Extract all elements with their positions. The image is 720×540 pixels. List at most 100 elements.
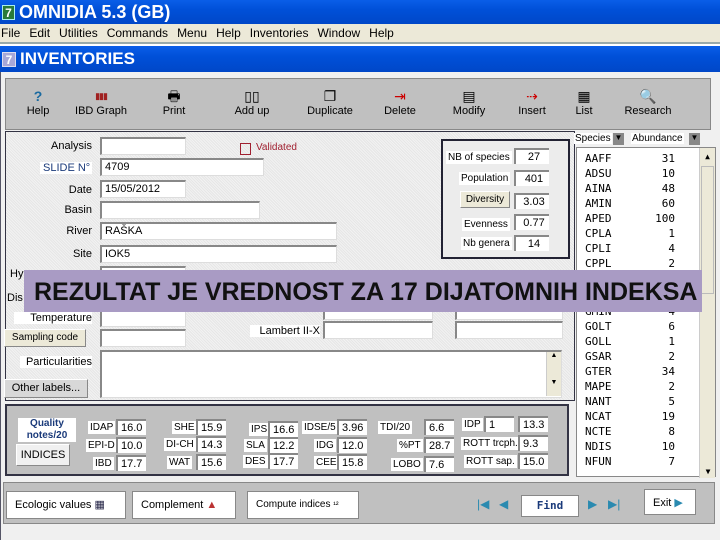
species-list-row[interactable]: AMIN 60 — [585, 197, 685, 212]
species-list-row[interactable]: NANT 5 — [585, 395, 685, 410]
nb-species-value: 27 — [514, 148, 549, 164]
quality-index-value: 17.7 — [268, 453, 298, 469]
sampling-code-input[interactable] — [100, 329, 186, 347]
compute-indices-button[interactable]: Compute indices ¹² — [247, 491, 359, 519]
validated-checkbox[interactable] — [240, 143, 251, 155]
scroll-thumb[interactable] — [701, 166, 714, 294]
previous-record-icon[interactable]: ◀ — [499, 497, 508, 511]
insert-button[interactable]: ⇢ Insert — [502, 87, 562, 117]
slide-number-input[interactable]: 4709 — [100, 158, 264, 176]
quality-index-value-2: 13.3 — [518, 416, 548, 432]
species-scrollbar[interactable]: ▲ ▼ — [699, 148, 715, 478]
scroll-down-icon: ▼ — [705, 467, 711, 476]
quality-index-label: ROTT trcph. — [461, 437, 520, 450]
abundance-sort-dropdown[interactable]: ▼ — [689, 133, 700, 145]
species-abundance: 8 — [668, 425, 675, 438]
last-record-icon[interactable]: ▶| — [608, 497, 620, 511]
complement-button[interactable]: Complement ▲ — [132, 491, 236, 519]
particularities-textarea[interactable] — [100, 350, 562, 398]
ecologic-values-button[interactable]: Ecologic values ▦ — [6, 491, 126, 519]
lambert-x2-input[interactable] — [455, 321, 563, 339]
species-list-row[interactable]: GSAR 2 — [585, 350, 685, 365]
species-list-row[interactable]: GOLT 6 — [585, 320, 685, 335]
menu-inventories[interactable]: Inventories — [250, 26, 309, 40]
list-label: List — [575, 105, 593, 117]
population-value: 401 — [514, 170, 549, 186]
species-code: MAPE — [585, 380, 612, 393]
species-code: APED — [585, 212, 612, 225]
indices-button[interactable]: INDICES — [16, 444, 70, 466]
lambert-x-input[interactable] — [323, 321, 433, 339]
basin-input[interactable] — [100, 201, 260, 219]
add-up-button[interactable]: ▯▯ Add up — [222, 87, 282, 117]
species-abundance: 1 — [668, 335, 675, 348]
species-code: CPLA — [585, 227, 612, 240]
scroll-up-icon: ▲ — [550, 352, 558, 359]
help-button[interactable]: ? Help — [8, 87, 68, 117]
next-record-icon[interactable]: ▶ — [588, 497, 597, 511]
river-input[interactable]: RAŠKA — [100, 222, 337, 240]
analysis-input[interactable] — [100, 137, 186, 155]
duplicate-icon: ❐ — [323, 88, 337, 104]
other-labels-button[interactable]: Other labels... — [4, 379, 88, 398]
site-input[interactable]: IOK5 — [100, 245, 337, 263]
quality-index-label: IDP — [462, 418, 483, 431]
list-button[interactable]: ▦ List — [554, 87, 614, 117]
delete-label: Delete — [384, 105, 416, 117]
species-list-row[interactable]: CPLA 1 — [585, 227, 685, 242]
help-icon: ? — [33, 88, 43, 104]
diversity-button[interactable]: Diversity — [460, 191, 510, 208]
complement-label: Complement — [141, 499, 204, 511]
exit-arrow-icon: ▶ — [674, 497, 683, 509]
first-record-icon[interactable]: |◀ — [477, 497, 489, 511]
evenness-value: 0.77 — [514, 214, 549, 230]
quality-index-label: CEE — [314, 456, 339, 469]
species-list-row[interactable]: ADSU 10 — [585, 167, 685, 182]
find-button[interactable]: Find — [521, 495, 579, 517]
numbers-icon: ¹² — [333, 500, 339, 509]
duplicate-button[interactable]: ❐ Duplicate — [300, 87, 360, 117]
insert-label: Insert — [518, 105, 546, 117]
species-list-row[interactable]: AAFF 31 — [585, 152, 685, 167]
ibd-graph-button[interactable]: ▮▮▮ IBD Graph — [71, 87, 131, 117]
date-input[interactable]: 15/05/2012 — [100, 180, 186, 198]
species-list-row[interactable]: AINA 48 — [585, 182, 685, 197]
menu-commands[interactable]: Commands — [107, 26, 168, 40]
research-button[interactable]: 🔍 Research — [618, 87, 678, 117]
print-button[interactable]: 🖶 Print — [144, 87, 204, 117]
species-list-row[interactable]: MAPE 2 — [585, 380, 685, 395]
species-list-row[interactable]: NCTE 8 — [585, 425, 685, 440]
quality-index-label: DES — [243, 455, 268, 468]
species-abundance: 60 — [661, 197, 675, 210]
species-list-row[interactable]: APED 100 — [585, 212, 685, 227]
species-sort-dropdown[interactable]: ▼ — [613, 133, 624, 145]
species-list-row[interactable]: NDIS 10 — [585, 440, 685, 455]
menu-utilities[interactable]: Utilities — [59, 26, 98, 40]
particularities-scrollbar[interactable]: ▲ ▼ — [546, 352, 561, 396]
menu-menu[interactable]: Menu — [177, 26, 207, 40]
menu-help[interactable]: Help — [216, 26, 241, 40]
menu-window[interactable]: Window — [317, 26, 360, 40]
species-list-row[interactable]: GTER 34 — [585, 365, 685, 380]
sampling-code-button[interactable]: Sampling code — [4, 329, 86, 347]
species-list-row[interactable]: GOLL 1 — [585, 335, 685, 350]
print-label: Print — [162, 105, 186, 117]
delete-icon: ⇥ — [394, 88, 406, 104]
exit-button[interactable]: Exit ▶ — [644, 489, 696, 515]
species-list-row[interactable]: CPLI 4 — [585, 242, 685, 257]
quality-index-value: 7.6 — [424, 456, 454, 472]
basin-label: Basin — [64, 204, 92, 216]
species-column-header: Species — [574, 133, 612, 144]
quality-index-value: 1 — [484, 416, 514, 432]
delete-button[interactable]: ⇥ Delete — [370, 87, 430, 117]
species-list-row[interactable]: NFUN 7 — [585, 455, 685, 470]
menu-bar: File Edit Utilities Commands Menu Help I… — [0, 24, 720, 44]
species-code: AMIN — [585, 197, 612, 210]
quality-index-value: 14.3 — [196, 436, 226, 452]
species-list-row[interactable]: NCAT 19 — [585, 410, 685, 425]
modify-button[interactable]: ▤ Modify — [439, 87, 499, 117]
menu-file[interactable]: File — [1, 26, 20, 40]
menu-edit[interactable]: Edit — [29, 26, 50, 40]
menu-help-2[interactable]: Help — [369, 26, 394, 40]
ecologic-values-label: Ecologic values — [15, 499, 92, 511]
